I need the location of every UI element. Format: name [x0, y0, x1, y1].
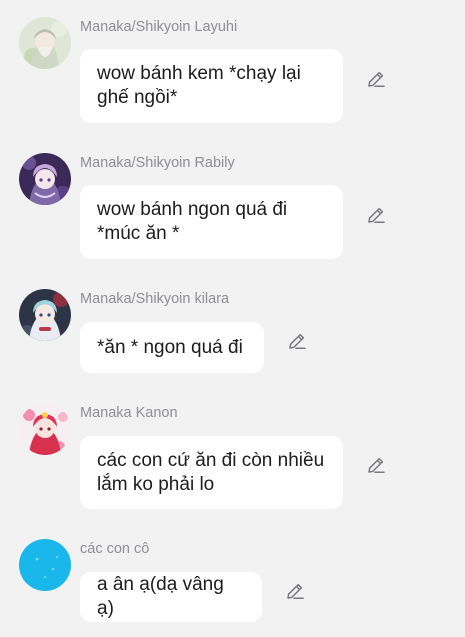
blue-avatar-icon [19, 539, 71, 591]
sender-name: các con cô [80, 541, 150, 557]
sender-name: Manaka Kanon [80, 405, 178, 421]
message-bubble[interactable]: wow bánh kem *chạy lại ghế ngồi* [80, 49, 343, 123]
character-avatar-icon [19, 289, 71, 341]
message-bubble[interactable]: các con cứ ăn đi còn nhiều lắm ko phải l… [80, 436, 343, 509]
pencil-icon [289, 333, 306, 349]
edit-button[interactable] [287, 331, 307, 351]
character-avatar-icon [19, 403, 71, 455]
chat-thread: Manaka/Shikyoin Layuhi wow bánh kem *chạ… [0, 0, 465, 637]
message-text: wow bánh kem *chạy lại ghế ngồi* [97, 63, 301, 108]
edit-button[interactable] [366, 205, 386, 225]
avatar[interactable] [19, 17, 71, 69]
edit-button[interactable] [366, 69, 386, 89]
message-text: *ăn * ngon quá đi [97, 336, 243, 358]
message-bubble[interactable]: wow bánh ngon quá đi *múc ăn * [80, 185, 343, 259]
character-avatar-icon [19, 153, 71, 205]
message-bubble[interactable]: a ân ạ(dạ vâng ạ) [80, 572, 262, 622]
message-text: các con cứ ăn đi còn nhiều lắm ko phải l… [97, 449, 325, 495]
message-bubble[interactable]: *ăn * ngon quá đi [80, 322, 264, 373]
pencil-icon [368, 207, 385, 223]
sender-name: Manaka/Shikyoin kilara [80, 291, 230, 307]
message-text: a ân ạ(dạ vâng ạ) [97, 574, 224, 619]
avatar[interactable] [19, 539, 71, 591]
edit-button[interactable] [366, 455, 386, 475]
message-text: wow bánh ngon quá đi *múc ăn * [97, 199, 288, 244]
sender-name: Manaka/Shikyoin Rabily [80, 155, 235, 171]
character-avatar-icon [19, 17, 71, 69]
avatar[interactable] [19, 289, 71, 341]
pencil-icon [287, 583, 304, 599]
sender-name: Manaka/Shikyoin Layuhi [80, 19, 238, 35]
pencil-icon [368, 71, 385, 87]
avatar[interactable] [19, 403, 71, 455]
edit-button[interactable] [285, 581, 305, 601]
avatar[interactable] [19, 153, 71, 205]
pencil-icon [368, 457, 385, 473]
